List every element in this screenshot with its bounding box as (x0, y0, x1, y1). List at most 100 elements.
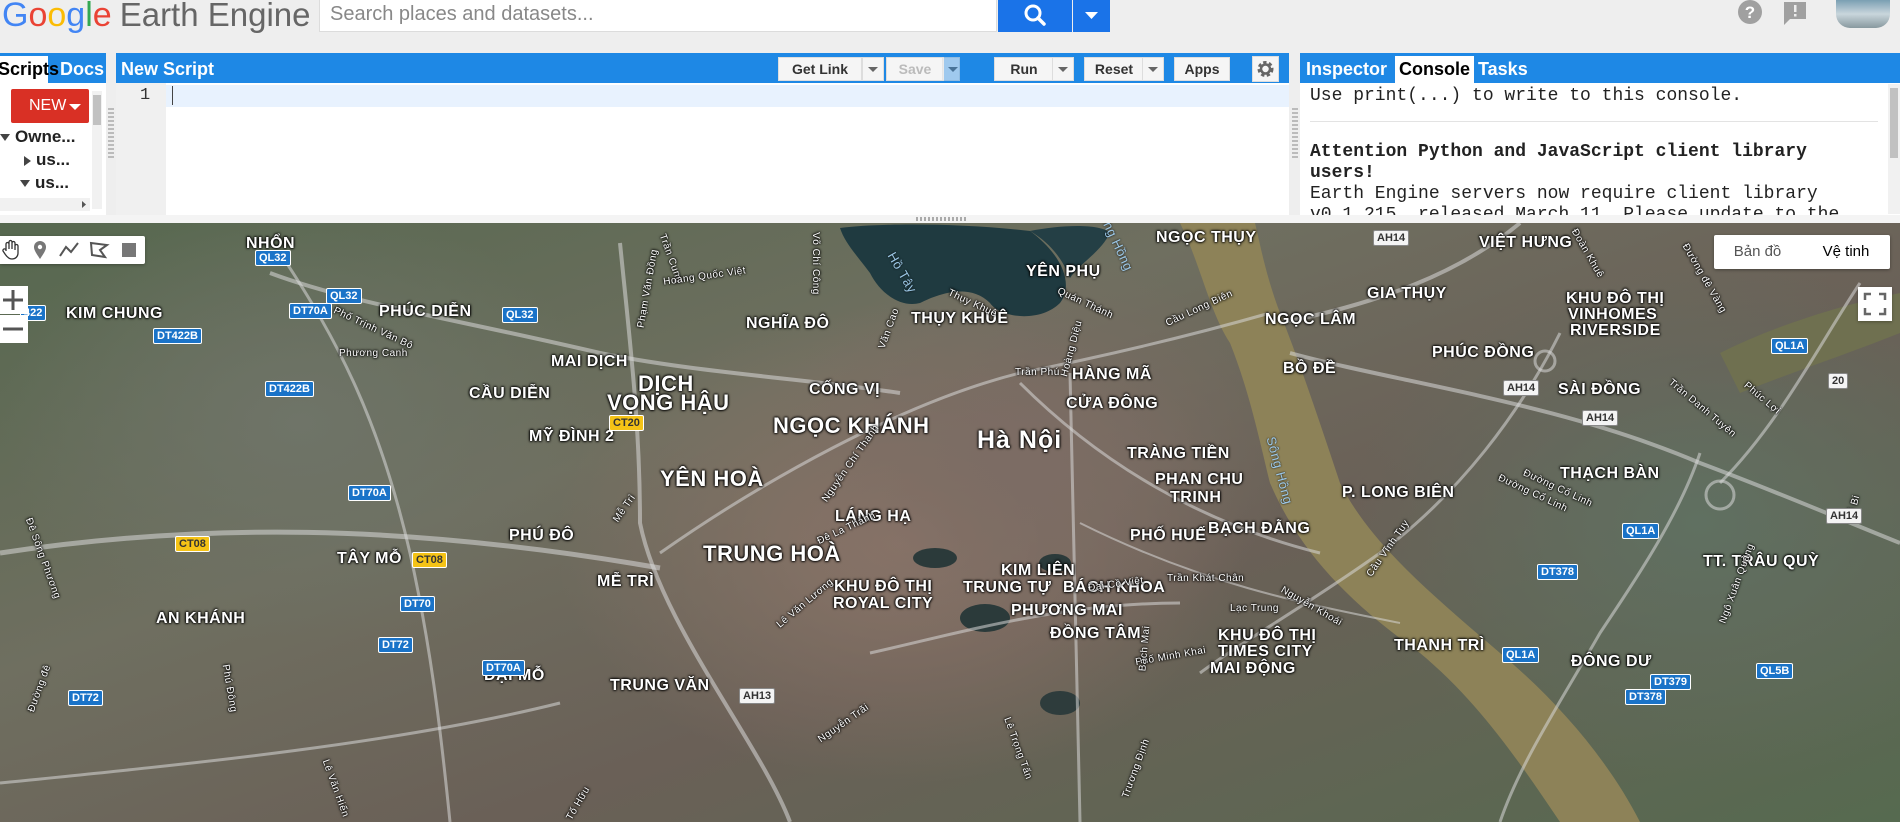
zoom-in-button[interactable] (0, 286, 28, 314)
search-input[interactable] (320, 0, 1016, 28)
product-name: Earth Engine (119, 0, 311, 33)
map-label: PHƯƠNG MAI (1011, 602, 1123, 619)
road-shield: DT72 (378, 637, 413, 653)
road-shield: DT422B (153, 328, 202, 344)
road-shield: AH14 (1582, 410, 1619, 426)
settings-button[interactable] (1252, 56, 1279, 82)
right-splitter[interactable] (1289, 53, 1300, 215)
road-shield: AH13 (739, 688, 776, 704)
active-line-highlight (166, 85, 1289, 107)
tree-item-repo[interactable]: us... (20, 173, 69, 193)
tab-inspector[interactable]: Inspector (1302, 56, 1391, 83)
chevron-down-icon (1085, 12, 1098, 19)
avatar[interactable] (1836, 0, 1890, 28)
road-shield: QL32 (255, 250, 291, 266)
draw-line-icon[interactable] (58, 239, 80, 261)
console-hint: Use print(...) to write to this console. (1310, 86, 1743, 106)
map-label: CỬA ĐÔNG (1066, 395, 1159, 412)
road-shield: AH14 (1373, 230, 1410, 246)
map-label: SÀI ĐỒNG (1558, 381, 1642, 398)
map-label: ROYAL CITY (833, 595, 934, 612)
save-dropdown[interactable] (942, 57, 960, 81)
script-title[interactable]: New Script (121, 53, 214, 86)
map-label: BẠCH ĐẰNG (1208, 520, 1311, 537)
map-label: NGỌC THỤY (1156, 229, 1257, 246)
tree-item-owner[interactable]: Owne... (0, 127, 75, 147)
help-icon[interactable]: ? (1735, 0, 1765, 28)
road-shield: DT422B (265, 381, 314, 397)
map-label: TRUNG VĂN (610, 677, 710, 694)
map-label: THANH TRÌ (1394, 637, 1485, 654)
left-tab-bar: Scripts Docs (0, 53, 106, 83)
search-button[interactable] (998, 0, 1072, 32)
tab-console[interactable]: Console (1395, 56, 1475, 83)
apps-button[interactable]: Apps (1174, 57, 1230, 81)
tab-tasks[interactable]: Tasks (1474, 56, 1532, 83)
map-label: TRUNG TỰ (963, 579, 1052, 596)
fullscreen-button[interactable] (1858, 287, 1892, 321)
map-label: NGỌC KHÁNH (773, 413, 930, 438)
draw-polygon-icon[interactable] (88, 239, 110, 261)
left-splitter[interactable] (106, 53, 116, 215)
plus-icon (3, 290, 23, 310)
get-link-dropdown[interactable] (862, 57, 884, 81)
zoom-out-button[interactable] (0, 315, 28, 343)
tab-docs[interactable]: Docs (56, 56, 108, 83)
map-label: MỄ TRÌ (597, 573, 655, 590)
map-label: YÊN PHỤ (1026, 263, 1101, 280)
reset-dropdown[interactable] (1142, 57, 1164, 81)
map-label: HÀNG MÃ (1072, 366, 1152, 383)
reset-button[interactable]: Reset (1084, 57, 1144, 81)
scrollbar-thumb[interactable] (1890, 88, 1898, 158)
road-shield: CT20 (609, 415, 644, 431)
get-link-button[interactable]: Get Link (778, 57, 862, 81)
map-label: CẦU DIỄN (469, 385, 551, 402)
expand-right-icon (24, 155, 31, 166)
run-dropdown[interactable] (1052, 57, 1074, 81)
console-attention-heading: Attention Python and JavaScript client l… (1310, 142, 1807, 183)
code-input-area[interactable] (166, 107, 1289, 215)
map-view[interactable]: NHỔN KIM CHUNG PHÚC DIỄN MAI DỊCH CẦU DI… (0, 223, 1900, 822)
map-label: BỒ ĐỀ (1283, 360, 1337, 377)
console-message: Earth Engine servers now require client … (1310, 184, 1840, 215)
road-shield: 20 (1828, 373, 1849, 389)
search-icon (1024, 4, 1046, 26)
map-label: KIM LIÊN (1001, 562, 1076, 579)
map-type-map-button[interactable]: Bản đồ (1714, 235, 1801, 269)
google-earth-engine-logo[interactable]: Google Earth Engine (2, 0, 311, 32)
map-type-satellite-button[interactable]: Vệ tinh (1802, 235, 1890, 269)
save-button[interactable]: Save (886, 57, 944, 81)
tab-scripts[interactable]: Scripts (0, 56, 59, 83)
road-shield: AH14 (1826, 508, 1863, 524)
road-shield: DT72 (68, 690, 103, 706)
scripts-panel: Scripts Docs NEW Owne... us... us... (0, 53, 106, 215)
scripts-horizontal-scrollbar[interactable] (0, 198, 90, 211)
new-script-button[interactable]: NEW (11, 89, 89, 123)
map-label: NGHĨA ĐÔ (746, 315, 830, 332)
road-shield: QL1A (1622, 523, 1660, 539)
scripts-scrollbar[interactable] (92, 91, 102, 209)
pan-hand-icon[interactable] (0, 239, 22, 261)
console-scrollbar[interactable] (1888, 84, 1900, 214)
map-label: VIỆT HƯNG (1479, 234, 1573, 251)
scrollbar-thumb[interactable] (93, 95, 101, 125)
road-shield: CT08 (412, 552, 447, 568)
road-shield: QL1A (1771, 338, 1809, 354)
scroll-arrows-icon (82, 201, 86, 208)
map-label-city: Hà Nội (977, 426, 1063, 454)
add-marker-icon[interactable] (29, 239, 51, 261)
map-label: MỸ ĐÌNH 2 (529, 428, 615, 445)
draw-rectangle-icon[interactable] (118, 239, 140, 261)
road-shield: DT70A (482, 660, 525, 676)
tree-item-repo[interactable]: us... (24, 150, 70, 170)
road-shield: DT378 (1537, 564, 1579, 580)
map-label: ĐỒNG TÂM (1050, 625, 1142, 642)
map-label: CỐNG VỊ (809, 381, 881, 398)
map-label: P. LONG BIÊN (1342, 484, 1455, 501)
map-label: AN KHÁNH (156, 610, 246, 627)
expand-down-icon (20, 180, 30, 188)
run-button[interactable]: Run (994, 57, 1054, 81)
map-label: TT. TRÂU QUỲ (1703, 553, 1820, 570)
search-options-dropdown[interactable] (1073, 0, 1110, 32)
feedback-icon[interactable] (1780, 0, 1810, 28)
